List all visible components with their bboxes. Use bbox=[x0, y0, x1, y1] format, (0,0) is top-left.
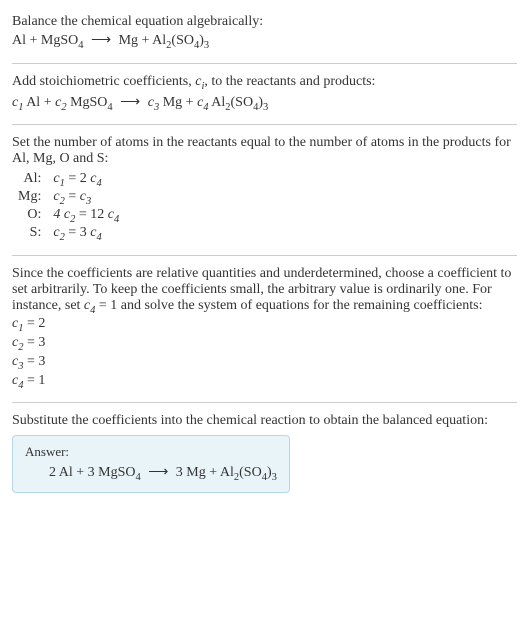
equation-cell: c1 = 2 c4 bbox=[47, 171, 125, 189]
element-label: Mg: bbox=[12, 189, 47, 207]
answer-box: Answer: 2 Al + 3 MgSO4 ⟶ 3 Mg + Al2(SO4)… bbox=[12, 435, 290, 494]
eq-lhs: Al + MgSO bbox=[12, 33, 78, 48]
coefficients-text: Add stoichiometric coefficients, ci, to … bbox=[12, 74, 517, 92]
eq-rhs: Mg + Al bbox=[119, 33, 167, 48]
c3: c3 bbox=[148, 95, 159, 110]
mid: = 3 bbox=[65, 225, 90, 240]
sub: 4 bbox=[96, 232, 101, 243]
c-var: c1 bbox=[12, 316, 23, 331]
sub-3: 3 bbox=[204, 40, 209, 51]
arrow-icon: ⟶ bbox=[120, 95, 140, 110]
divider bbox=[12, 63, 517, 64]
answer-rhs: 3 Mg + Al bbox=[176, 465, 234, 480]
intro-b: and solve the system of equations for th… bbox=[117, 298, 482, 313]
c-var: c4 bbox=[90, 171, 101, 186]
solve-intro: Since the coefficients are relative quan… bbox=[12, 266, 517, 316]
equation-cell: c2 = c3 bbox=[47, 189, 125, 207]
so4-open: (SO bbox=[231, 95, 254, 110]
element-label: S: bbox=[12, 225, 47, 243]
mg-term: Mg + bbox=[159, 95, 197, 110]
arrow-icon: ⟶ bbox=[91, 33, 111, 48]
sub: 4 bbox=[114, 214, 119, 225]
mid: = 2 bbox=[65, 171, 90, 186]
sub-4: 4 bbox=[107, 101, 112, 112]
sub-4: 4 bbox=[135, 471, 140, 482]
c2: c2 bbox=[55, 95, 66, 110]
equation-cell: 4 c2 = 12 c4 bbox=[47, 207, 125, 225]
c-var: c4 bbox=[12, 373, 23, 388]
section-coefficients: Add stoichiometric coefficients, ci, to … bbox=[12, 68, 517, 121]
element-label: Al: bbox=[12, 171, 47, 189]
c-var: c4 bbox=[108, 207, 119, 222]
sub-3: 3 bbox=[263, 101, 268, 112]
al-term: Al + bbox=[23, 95, 55, 110]
answer-label: Answer: bbox=[25, 444, 277, 460]
section-problem: Balance the chemical equation algebraica… bbox=[12, 8, 517, 59]
table-row: S: c2 = 3 c4 bbox=[12, 225, 125, 243]
substitute-text: Substitute the coefficients into the che… bbox=[12, 413, 517, 429]
problem-title: Balance the chemical equation algebraica… bbox=[12, 14, 517, 30]
atom-equations-table: Al: c1 = 2 c4 Mg: c2 = c3 O: 4 c2 = 12 c… bbox=[12, 171, 125, 242]
mid: = bbox=[65, 189, 80, 204]
mgso4-term: MgSO bbox=[67, 95, 108, 110]
eq1: = 1 bbox=[95, 298, 117, 313]
table-row: Al: c1 = 2 c4 bbox=[12, 171, 125, 189]
sub: 4 bbox=[96, 178, 101, 189]
coef-line: c1 = 2 bbox=[12, 316, 517, 334]
c-var: c1 bbox=[53, 171, 64, 186]
divider bbox=[12, 124, 517, 125]
coef-line: c4 = 1 bbox=[12, 373, 517, 391]
text-b: , to the reactants and products: bbox=[204, 74, 375, 89]
c: 4 c bbox=[53, 207, 70, 222]
section-substitute: Substitute the coefficients into the che… bbox=[12, 407, 517, 500]
section-solve: Since the coefficients are relative quan… bbox=[12, 260, 517, 398]
c-var: c4 bbox=[90, 225, 101, 240]
c4-var: c4 bbox=[84, 298, 95, 313]
divider bbox=[12, 402, 517, 403]
text-a: Add stoichiometric coefficients, bbox=[12, 74, 195, 89]
arrow-icon: ⟶ bbox=[148, 465, 168, 480]
divider bbox=[12, 255, 517, 256]
table-row: O: 4 c2 = 12 c4 bbox=[12, 207, 125, 225]
val: = 1 bbox=[23, 373, 45, 388]
so4-open: (SO bbox=[171, 33, 194, 48]
c-var: c3 bbox=[80, 189, 91, 204]
section-atoms: Set the number of atoms in the reactants… bbox=[12, 129, 517, 250]
element-label: O: bbox=[12, 207, 47, 225]
coef-line: c3 = 3 bbox=[12, 354, 517, 372]
table-row: Mg: c2 = c3 bbox=[12, 189, 125, 207]
so4-open: (SO bbox=[239, 465, 262, 480]
c-var: 4 c2 bbox=[53, 207, 75, 222]
val: = 3 bbox=[23, 354, 45, 369]
balanced-equation: 2 Al + 3 MgSO4 ⟶ 3 Mg + Al2(SO4)3 bbox=[25, 464, 277, 483]
al2-term: Al bbox=[209, 95, 226, 110]
c-var: c2 bbox=[12, 335, 23, 350]
sub-4: 4 bbox=[78, 40, 83, 51]
val: = 3 bbox=[23, 335, 45, 350]
c-var: c3 bbox=[12, 354, 23, 369]
equation-cell: c2 = 3 c4 bbox=[47, 225, 125, 243]
coef-line: c2 = 3 bbox=[12, 335, 517, 353]
answer-lhs: 2 Al + 3 MgSO bbox=[49, 465, 135, 480]
c-var: c2 bbox=[53, 189, 64, 204]
sub-3: 3 bbox=[272, 471, 277, 482]
c4: c4 bbox=[197, 95, 208, 110]
mid: = 12 bbox=[75, 207, 107, 222]
c1: c1 bbox=[12, 95, 23, 110]
c-var: c2 bbox=[53, 225, 64, 240]
val: = 2 bbox=[23, 316, 45, 331]
coefficient-equation: c1 Al + c2 MgSO4 ⟶ c3 Mg + c4 Al2(SO4)3 bbox=[12, 94, 517, 113]
unbalanced-equation: Al + MgSO4 ⟶ Mg + Al2(SO4)3 bbox=[12, 32, 517, 51]
sub: 3 bbox=[86, 196, 91, 207]
atoms-intro: Set the number of atoms in the reactants… bbox=[12, 135, 517, 167]
